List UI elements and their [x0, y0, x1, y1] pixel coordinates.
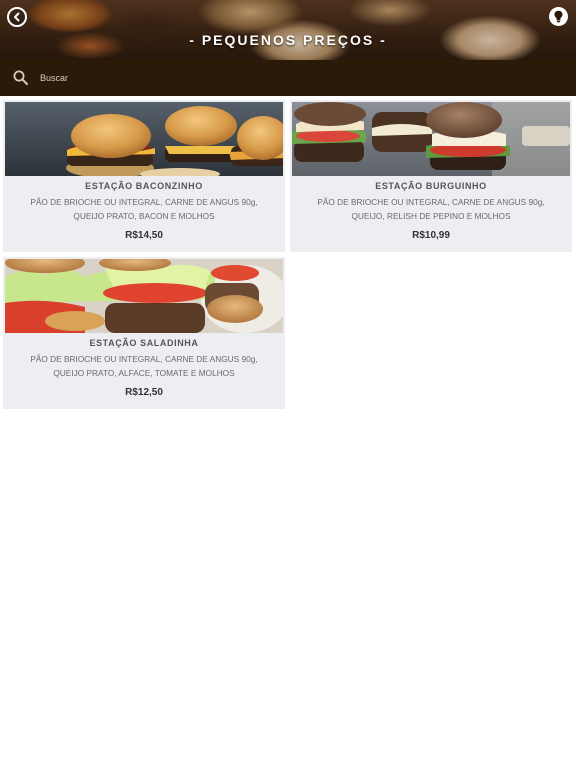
back-button[interactable]	[7, 7, 27, 27]
product-card-saladinha[interactable]: ESTAÇÃO SALADINHA PÃO DE BRIOCHE OU INTE…	[3, 257, 285, 409]
product-name: ESTAÇÃO SALADINHA	[89, 338, 199, 348]
info-button[interactable]	[549, 7, 568, 26]
product-image-saladinha	[5, 259, 283, 333]
product-name: ESTAÇÃO BACONZINHO	[85, 181, 203, 191]
product-image-burguinho	[292, 102, 570, 176]
product-card-burguinho[interactable]: ESTAÇÃO BURGUINHO PÃO DE BRIOCHE OU INTE…	[290, 100, 572, 252]
product-name: ESTAÇÃO BURGUINHO	[375, 181, 487, 191]
product-description: PÃO DE BRIOCHE OU INTEGRAL, CARNE DE ANG…	[30, 197, 258, 221]
header-overlay	[0, 0, 576, 60]
product-price: R$10,99	[412, 230, 450, 241]
product-price: R$12,50	[125, 387, 163, 398]
search-icon	[13, 70, 28, 85]
page-title: - PEQUENOS PREÇOS -	[189, 32, 387, 48]
info-icon	[554, 10, 563, 23]
product-description: PÃO DE BRIOCHE OU INTEGRAL, CARNE DE ANG…	[317, 197, 545, 221]
product-price: R$14,50	[125, 230, 163, 241]
product-description: PÃO DE BRIOCHE OU INTEGRAL, CARNE DE ANG…	[30, 354, 258, 378]
header-banner: - PEQUENOS PREÇOS -	[0, 0, 576, 60]
product-image-baconzinho	[5, 102, 283, 176]
search-bar	[0, 60, 576, 96]
search-input[interactable]	[40, 69, 540, 87]
product-card-baconzinho[interactable]: ESTAÇÃO BACONZINHO PÃO DE BRIOCHE OU INT…	[3, 100, 285, 252]
back-icon	[14, 12, 20, 22]
